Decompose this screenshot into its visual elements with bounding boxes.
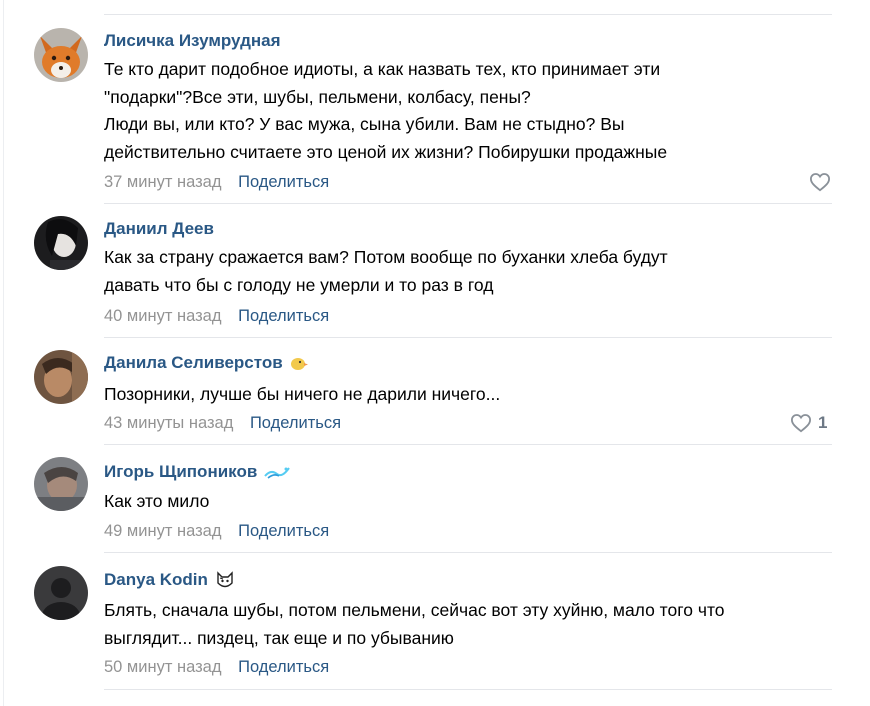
dark-portrait-avatar-image — [34, 216, 88, 270]
avatar[interactable] — [34, 216, 88, 270]
author-name[interactable]: Игорь Щипоников — [104, 461, 291, 483]
comment-meta: 49 минут назад Поделиться — [104, 520, 329, 542]
author-name[interactable]: Danya Kodin — [104, 569, 235, 591]
comment-separator — [104, 337, 832, 338]
author-name[interactable]: Даниил Деев — [104, 218, 214, 240]
fox-avatar-image — [34, 28, 88, 82]
timestamp[interactable]: 50 минут назад — [104, 658, 221, 676]
comment-separator — [104, 444, 832, 445]
left-border — [3, 0, 4, 706]
share-link[interactable]: Поделиться — [238, 522, 329, 540]
cat-emoji-icon — [215, 570, 235, 590]
portrait-avatar-image — [34, 350, 88, 404]
share-link[interactable]: Поделиться — [238, 658, 329, 676]
avatar[interactable] — [34, 457, 88, 511]
like-count: 1 — [818, 413, 828, 432]
comment-separator — [104, 552, 832, 553]
portrait-avatar-image — [34, 457, 88, 511]
author-name-link[interactable]: Даниил Деев — [104, 218, 214, 240]
author-name[interactable]: Данила Селиверстов — [104, 352, 308, 374]
comment-meta: 43 минуты назад Поделиться — [104, 412, 341, 434]
heart-outline-icon — [790, 414, 812, 433]
timestamp[interactable]: 43 минуты назад — [104, 414, 233, 432]
comment-meta: 40 минут назад Поделиться — [104, 305, 329, 327]
comment-separator — [104, 203, 832, 204]
comment-text: Блять, сначала шубы, потом пельмени, сей… — [104, 600, 725, 648]
comment-text: Позорники, лучше бы ничего не дарили нич… — [104, 384, 501, 404]
comment-separator — [104, 689, 832, 690]
comment-meta: 37 минут назад Поделиться — [104, 171, 329, 193]
timestamp[interactable]: 40 минут назад — [104, 307, 221, 325]
like-button[interactable] — [809, 172, 831, 192]
avatar[interactable] — [34, 350, 88, 404]
comments-page: Лисичка Изумрудная Те кто дарит подобное… — [0, 0, 870, 706]
comment-text: Те кто дарит подобное идиоты, а как назв… — [104, 59, 668, 162]
share-link[interactable]: Поделиться — [250, 414, 341, 432]
heart-outline-icon — [809, 173, 831, 192]
share-link[interactable]: Поделиться — [238, 307, 329, 325]
comment-text: Как за страну сражается вам? Потом вообщ… — [104, 247, 668, 295]
share-link[interactable]: Поделиться — [238, 173, 329, 191]
author-name-link[interactable]: Данила Селиверстов — [104, 352, 283, 374]
author-name-link[interactable]: Лисичка Изумрудная — [104, 30, 281, 52]
comment-meta: 50 минут назад Поделиться — [104, 656, 329, 678]
author-name[interactable]: Лисичка Изумрудная — [104, 30, 281, 52]
duck-emoji-icon — [290, 355, 308, 371]
author-name-link[interactable]: Игорь Щипоников — [104, 461, 257, 483]
timestamp[interactable]: 37 минут назад — [104, 173, 221, 191]
author-name-link[interactable]: Danya Kodin — [104, 569, 208, 591]
comment-text: Как это мило — [104, 491, 210, 511]
dark-silhouette-avatar-image — [34, 566, 88, 620]
avatar[interactable] — [34, 566, 88, 620]
like-button[interactable]: 1 — [790, 413, 827, 433]
avatar[interactable] — [34, 28, 88, 82]
wave-emoji-icon — [264, 465, 291, 479]
timestamp[interactable]: 49 минут назад — [104, 522, 221, 540]
top-separator — [104, 14, 832, 15]
